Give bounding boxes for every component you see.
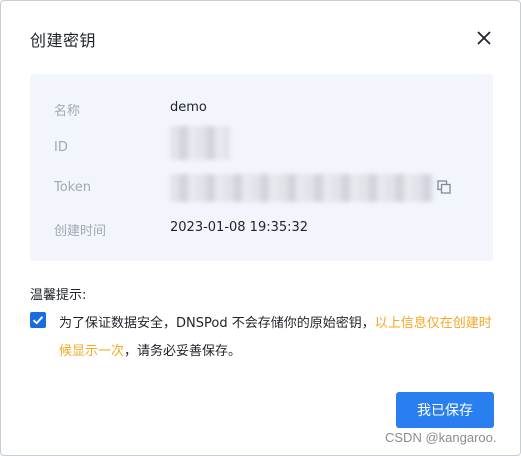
token-label: Token	[54, 180, 91, 195]
key-info-panel: 名称 demo ID Token 创建时间 2023-01-08 19:35:3…	[30, 74, 493, 261]
tips-text-part2: ，请务必妥善保存。	[124, 344, 242, 359]
id-value-redacted	[170, 126, 230, 160]
created-time-value: 2023-01-08 19:35:32	[170, 220, 309, 235]
token-value-redacted	[170, 174, 434, 202]
name-value: demo	[170, 100, 207, 115]
saved-confirm-button[interactable]: 我已保存	[396, 392, 494, 428]
dialog-title: 创建密钥	[30, 31, 97, 50]
copy-icon[interactable]	[437, 180, 451, 194]
acknowledge-checkbox[interactable]	[30, 312, 46, 328]
create-key-dialog: 创建密钥 名称 demo ID Token 创建时间 2023-01-08 19…	[0, 0, 521, 456]
name-label: 名称	[54, 104, 81, 119]
csdn-watermark: CSDN @kangaroo.	[385, 430, 497, 445]
check-icon	[32, 316, 44, 325]
created-time-label: 创建时间	[54, 224, 107, 239]
tips-title: 温馨提示:	[30, 288, 87, 303]
tips-text: 为了保证数据安全，DNSPod 不会存储你的原始密钥，以上信息仅在创建时候显示一…	[59, 310, 499, 366]
id-label: ID	[54, 140, 68, 155]
close-icon[interactable]	[475, 29, 493, 47]
tips-text-part1: 为了保证数据安全，DNSPod 不会存储你的原始密钥，	[59, 316, 375, 331]
